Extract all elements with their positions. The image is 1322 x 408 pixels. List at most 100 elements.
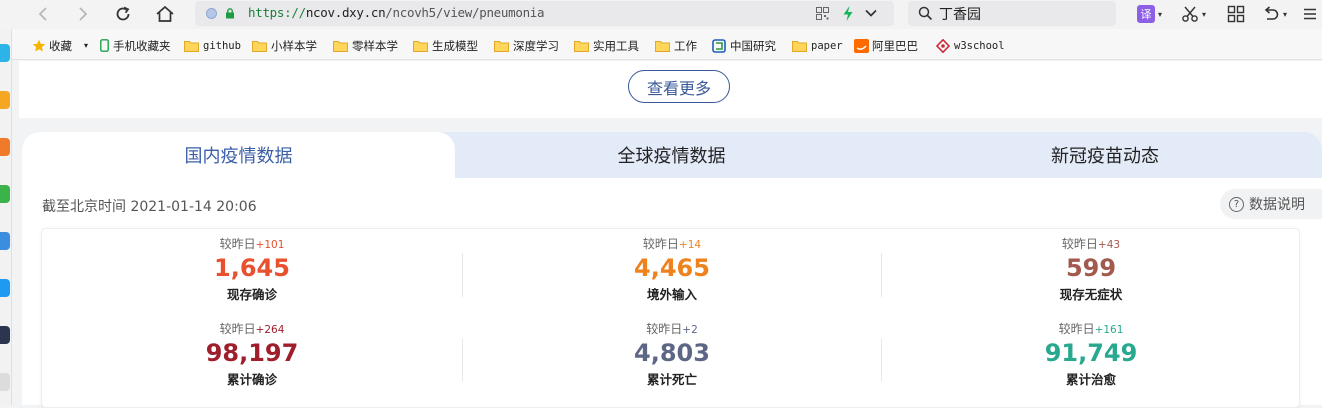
app-icon[interactable] <box>0 373 10 391</box>
stat-value: 4,465 <box>634 254 710 282</box>
question-icon: ? <box>1229 196 1244 212</box>
bookmark-fewshot[interactable]: 小样本学 <box>252 37 317 54</box>
stat-delta: 较昨日+14 <box>462 235 882 252</box>
app-icon[interactable] <box>0 91 10 109</box>
bookmark-label: paper <box>811 39 843 52</box>
address-bar[interactable]: https://ncov.dxy.cn/ncovh5/view/pneumoni… <box>195 1 894 26</box>
data-explain-label: 数据说明 <box>1249 197 1305 213</box>
app-icon[interactable] <box>0 326 10 344</box>
bookmark-label: 收藏 <box>49 38 72 53</box>
star-icon <box>32 39 46 51</box>
search-query[interactable]: 丁香园 <box>939 4 981 24</box>
update-timestamp: 截至北京时间 2021-01-14 20:06 <box>42 199 257 215</box>
stat-cell: 较昨日+2 4,803 累计死亡 <box>462 314 882 394</box>
bookmark-zeroshot[interactable]: 零样本学 <box>333 37 398 54</box>
stat-value: 98,197 <box>205 339 299 367</box>
stat-label: 累计死亡 <box>646 372 697 387</box>
delta-value: +264 <box>255 324 285 336</box>
folder-icon <box>333 40 348 52</box>
bookmark-cnki[interactable]: 中国研究 <box>712 37 778 54</box>
see-more-button[interactable]: 查看更多 <box>628 70 730 103</box>
bookmark-label: 阿里巴巴 <box>872 38 918 53</box>
qr-code-icon[interactable] <box>816 7 829 20</box>
delta-value: +14 <box>678 239 702 251</box>
search-box[interactable]: 丁香园 <box>908 1 1116 26</box>
menu-button[interactable] <box>1303 3 1317 25</box>
apps-button[interactable] <box>1227 3 1245 25</box>
home-button[interactable] <box>152 2 178 26</box>
domestic-data-panel: 截至北京时间 2021-01-14 20:06 ? 数据说明 较昨日+101 1,… <box>22 178 1322 408</box>
folder-icon <box>792 40 807 52</box>
delta-value: +101 <box>255 239 285 251</box>
bookmark-deeplearning[interactable]: 深度学习 <box>494 37 559 54</box>
bookmark-mobile[interactable]: 手机收藏夹 <box>100 37 171 54</box>
bookmark-label: github <box>203 39 241 52</box>
bookmark-alibaba[interactable]: 阿里巴巴 <box>854 37 922 54</box>
lightning-icon[interactable] <box>841 5 855 22</box>
scissors-icon <box>1182 6 1198 22</box>
screenshot-button[interactable]: ▾ <box>1181 3 1206 25</box>
stat-label: 累计治愈 <box>1065 372 1116 387</box>
tab-global[interactable]: 全球疫情数据 <box>455 132 888 178</box>
folder-icon <box>184 40 199 52</box>
bookmark-github[interactable]: github <box>184 37 241 54</box>
bookmark-generative[interactable]: 生成模型 <box>413 37 478 54</box>
chevron-down-icon[interactable] <box>864 8 878 18</box>
bookmark-favorites[interactable]: 收藏 ▾ <box>32 37 88 54</box>
reload-button[interactable] <box>110 2 136 26</box>
stat-delta: 较昨日+161 <box>881 320 1301 337</box>
undo-button[interactable]: ▾ <box>1262 3 1287 25</box>
bookmark-label: 零样本学 <box>352 38 398 53</box>
stat-value: 91,749 <box>1044 339 1138 367</box>
bookmark-label: 工作 <box>674 38 697 53</box>
folder-icon <box>413 40 428 52</box>
undo-icon <box>1264 6 1279 20</box>
compare-prefix: 较昨日 <box>1061 237 1098 251</box>
lock-icon <box>226 8 234 19</box>
bookmark-label: 生成模型 <box>432 38 478 53</box>
app-icon[interactable] <box>0 185 10 203</box>
back-button[interactable] <box>30 2 56 26</box>
forward-arrow-icon <box>79 7 88 21</box>
stat-label: 现存确诊 <box>226 287 277 302</box>
stat-delta: 较昨日+264 <box>42 320 462 337</box>
url-text[interactable]: https://ncov.dxy.cn/ncovh5/view/pneumoni… <box>248 5 545 20</box>
translate-icon: 译 <box>1137 5 1155 23</box>
bookmark-label: 实用工具 <box>593 38 639 53</box>
dropdown-arrow-icon: ▾ <box>1283 9 1288 19</box>
folder-icon <box>252 40 267 52</box>
bookmark-label: 小样本学 <box>271 38 317 53</box>
data-explain-button[interactable]: ? 数据说明 <box>1220 189 1322 219</box>
app-icon[interactable] <box>0 44 10 62</box>
folder-icon <box>655 40 670 52</box>
url-path: /ncovh5/view/pneumonia <box>385 5 545 20</box>
stat-delta: 较昨日+43 <box>881 235 1301 252</box>
stat-cell: 较昨日+101 1,645 现存确诊 <box>42 229 462 309</box>
translate-button[interactable]: 译 ▾ <box>1137 3 1162 25</box>
delta-value: +2 <box>682 324 698 336</box>
bookmark-tools[interactable]: 实用工具 <box>574 37 639 54</box>
bookmark-w3school[interactable]: w3school <box>936 37 1005 54</box>
app-icon[interactable] <box>0 279 10 297</box>
phone-icon <box>100 39 109 52</box>
search-icon <box>918 6 933 21</box>
bookmark-label: 深度学习 <box>513 38 559 53</box>
bookmark-paper[interactable]: paper <box>792 37 843 54</box>
news-card-footer: 查看更多 <box>19 61 1322 118</box>
url-host: ncov.dxy.cn <box>305 5 386 20</box>
app-icon[interactable] <box>0 232 10 250</box>
data-tabs: 国内疫情数据 全球疫情数据 新冠疫苗动态 <box>22 132 1322 178</box>
forward-button[interactable] <box>70 2 96 26</box>
bookmark-work[interactable]: 工作 <box>655 37 697 54</box>
bookmark-label: w3school <box>954 39 1005 52</box>
site-info-icon[interactable] <box>206 8 217 19</box>
stat-value: 4,803 <box>634 339 710 367</box>
stat-label: 累计确诊 <box>226 372 277 387</box>
stats-grid: 较昨日+101 1,645 现存确诊 较昨日+14 4,465 境外输入 较昨日+43 599… <box>41 228 1300 408</box>
compare-prefix: 较昨日 <box>1058 322 1095 336</box>
app-icon[interactable] <box>0 138 10 156</box>
stat-label: 境外输入 <box>646 287 697 302</box>
tab-vaccine[interactable]: 新冠疫苗动态 <box>888 132 1322 178</box>
dropdown-arrow-icon: ▾ <box>1158 9 1163 19</box>
tab-domestic[interactable]: 国内疫情数据 <box>22 132 455 178</box>
